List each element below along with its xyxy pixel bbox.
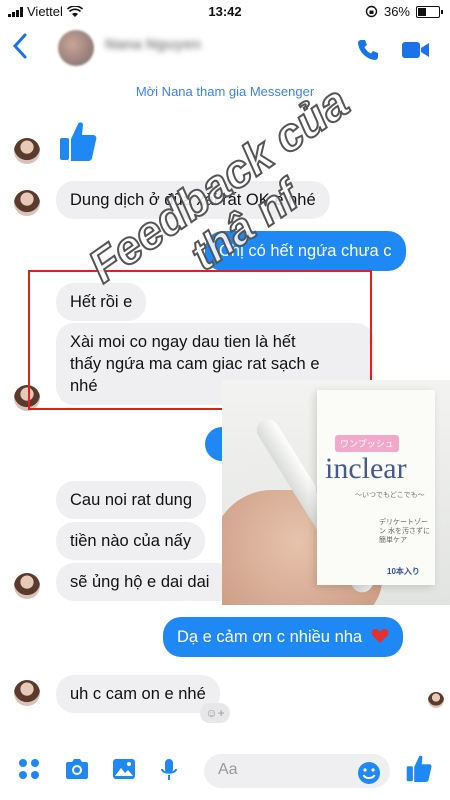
product-count: 10本入り — [387, 567, 420, 576]
product-brand: inclear — [325, 452, 407, 485]
incoming-message[interactable]: Dung dịch ở đũa xài rất OK e nhé — [56, 181, 330, 219]
conversation-header: Nana Nguyen — [0, 24, 450, 78]
message-text: Dạ e cảm ơn c nhiều nha — [177, 628, 363, 646]
gallery-icon[interactable] — [112, 758, 136, 785]
camera-icon[interactable] — [64, 758, 90, 785]
outgoing-message[interactable]: Chị có hết ngứa chưa c — [205, 231, 406, 271]
add-reaction-button[interactable]: ☺+ — [200, 703, 230, 723]
contact-avatar[interactable] — [58, 30, 94, 66]
product-box: ワンプッシュ inclear 〜いつでもどこでも〜 デリケートゾーン 水を汚さず… — [317, 390, 435, 585]
status-right: 36% — [365, 4, 443, 19]
status-bar: Viettel 13:42 36% — [0, 0, 450, 24]
invite-banner[interactable]: Mời Nana tham gia Messenger — [0, 84, 450, 99]
composer-bar: Aa — [0, 740, 450, 800]
sender-avatar — [14, 138, 40, 164]
product-photo[interactable]: ワンプッシュ inclear 〜いつでもどこでも〜 デリケートゾーン 水を汚さず… — [222, 380, 450, 605]
incoming-message[interactable]: uh c cam on e nhé — [56, 675, 220, 713]
product-tag: ワンプッシュ — [335, 435, 399, 452]
emoji-icon[interactable] — [357, 761, 381, 790]
seen-avatar — [428, 692, 444, 708]
microphone-icon[interactable] — [160, 758, 178, 787]
thumbs-up-icon — [58, 120, 98, 169]
sender-avatar — [14, 680, 40, 706]
phone-call-icon[interactable] — [356, 38, 380, 67]
incoming-message[interactable]: sẽ ủng hộ e dai dai — [56, 563, 236, 601]
sender-avatar — [14, 573, 40, 599]
incoming-message[interactable]: tiền nào của nấy — [56, 522, 206, 560]
contact-name[interactable]: Nana Nguyen — [105, 36, 201, 53]
battery-percent: 36% — [383, 4, 410, 19]
like-button-icon[interactable] — [405, 754, 433, 789]
outgoing-message[interactable]: Dạ e cảm ơn c nhiều nha — [163, 617, 403, 657]
back-chevron-icon[interactable] — [12, 32, 28, 66]
rotation-lock-icon — [365, 5, 378, 18]
heart-icon — [371, 628, 389, 643]
apps-grid-icon[interactable] — [18, 758, 40, 785]
incoming-message[interactable]: Cau noi rat dung — [56, 481, 207, 519]
video-call-icon[interactable] — [402, 40, 430, 65]
product-subtitle: 〜いつでもどこでも〜 — [355, 492, 425, 499]
product-description: デリケートゾーン 水を汚さずに 簡単ケア — [379, 519, 430, 544]
sender-avatar — [14, 190, 40, 216]
battery-icon — [416, 5, 443, 18]
